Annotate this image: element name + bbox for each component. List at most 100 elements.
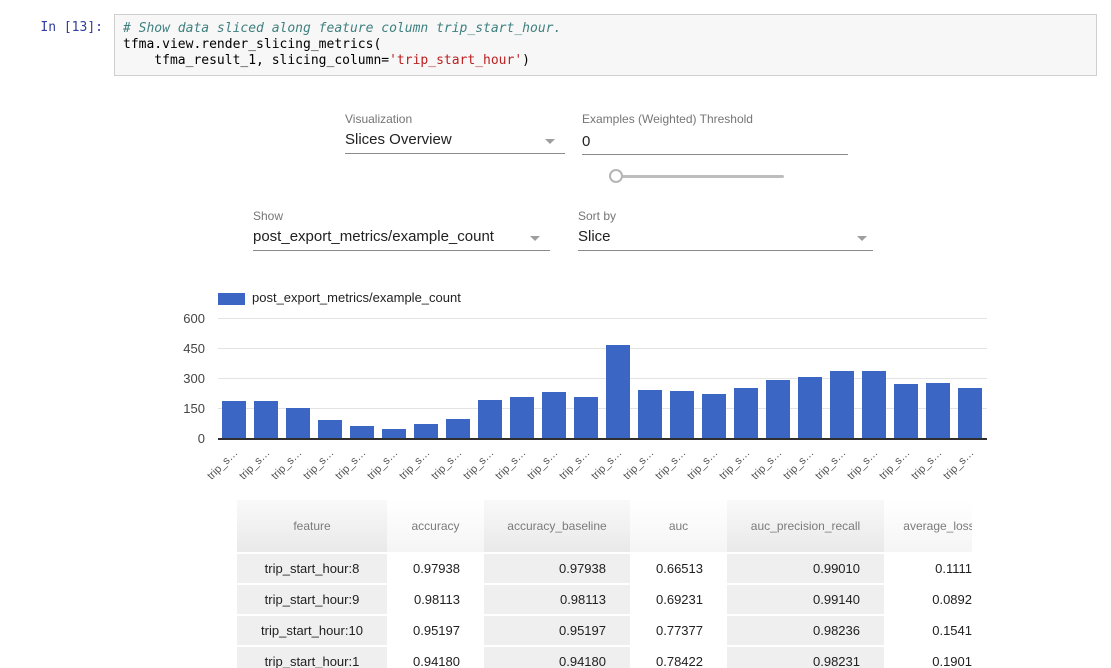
legend-label: post_export_metrics/example_count xyxy=(252,290,461,305)
bar[interactable] xyxy=(606,345,630,438)
bar[interactable] xyxy=(542,392,566,438)
threshold-input[interactable] xyxy=(582,131,848,155)
x-tick-label: trip_s… xyxy=(525,447,560,482)
metric-cell: 0.95197 xyxy=(484,616,630,647)
metric-cell: 0.98231 xyxy=(727,647,884,668)
visualization-select[interactable]: Slices Overview xyxy=(345,130,565,154)
bar[interactable] xyxy=(382,429,406,438)
x-tick-label: trip_s… xyxy=(749,447,784,482)
table-row: trip_start_hour:90.981130.981130.692310.… xyxy=(237,585,972,616)
bar[interactable] xyxy=(734,388,758,438)
bar[interactable] xyxy=(894,384,918,438)
metric-cell: 0.98236 xyxy=(727,616,884,647)
code-line-3-pre: tfma_result_1, slicing_column= xyxy=(123,53,389,68)
metric-cell: 0.94180 xyxy=(484,647,630,668)
metric-cell: 0.99140 xyxy=(727,585,884,616)
column-header-auc[interactable]: auc xyxy=(630,500,727,554)
bar[interactable] xyxy=(318,420,342,438)
metric-cell: 0.98113 xyxy=(484,585,630,616)
code-line-3: tfma_result_1, slicing_column='trip_star… xyxy=(123,53,1088,69)
gridline xyxy=(218,348,987,349)
bar[interactable] xyxy=(958,388,982,438)
bar[interactable] xyxy=(766,380,790,438)
bar[interactable] xyxy=(830,371,854,438)
x-tick-label: trip_s… xyxy=(685,447,720,482)
metric-cell: 0.66513 xyxy=(630,554,727,585)
chevron-down-icon xyxy=(530,236,540,241)
legend-swatch xyxy=(218,293,245,305)
sort-by-value: Slice xyxy=(578,228,611,245)
sort-by-select[interactable]: Slice xyxy=(578,227,873,251)
bar[interactable] xyxy=(926,383,950,438)
y-tick-label: 600 xyxy=(175,311,205,326)
metric-cell: 0.94180 xyxy=(387,647,484,668)
column-header-auc_precision_recall[interactable]: auc_precision_recall xyxy=(727,500,884,554)
bar[interactable] xyxy=(286,408,310,438)
code-editor[interactable]: # Show data sliced along feature column … xyxy=(114,14,1097,76)
x-tick-label: trip_s… xyxy=(717,447,752,482)
x-tick-label: trip_s… xyxy=(589,447,624,482)
bar[interactable] xyxy=(350,426,374,438)
code-line-3-close: ) xyxy=(522,53,530,68)
bar[interactable] xyxy=(670,391,694,438)
y-axis-labels: 6004503001500 xyxy=(175,290,205,450)
x-tick-label: trip_s… xyxy=(493,447,528,482)
bar[interactable] xyxy=(446,419,470,438)
bar[interactable] xyxy=(254,401,278,438)
feature-cell: trip_start_hour:8 xyxy=(237,554,387,585)
column-header-accuracy_baseline[interactable]: accuracy_baseline xyxy=(484,500,630,554)
x-tick-label: trip_s… xyxy=(237,447,272,482)
y-tick-label: 0 xyxy=(175,431,205,446)
metric-cell: 0.1541 xyxy=(884,616,972,647)
show-metric-value: post_export_metrics/example_count xyxy=(253,228,494,245)
notebook-page: In [13]: # Show data sliced along featur… xyxy=(0,0,1111,668)
table-row: trip_start_hour:100.951970.951970.773770… xyxy=(237,616,972,647)
column-header-accuracy[interactable]: accuracy xyxy=(387,500,484,554)
show-label: Show xyxy=(253,209,283,223)
slices-bar-chart: post_export_metrics/example_count 600 450… xyxy=(175,290,1005,490)
code-comment-line: # Show data sliced along feature column … xyxy=(123,21,1088,37)
table-row: trip_start_hour:80.979380.979380.665130.… xyxy=(237,554,972,585)
feature-cell: trip_start_hour:10 xyxy=(237,616,387,647)
show-metric-select[interactable]: post_export_metrics/example_count xyxy=(253,227,550,251)
slider-track[interactable] xyxy=(622,175,784,178)
chevron-down-icon xyxy=(857,236,867,241)
x-tick-label: trip_s… xyxy=(845,447,880,482)
x-tick-label: trip_s… xyxy=(429,447,464,482)
bar[interactable] xyxy=(510,397,534,438)
table-row: trip_start_hour:10.941800.941800.784220.… xyxy=(237,647,972,668)
x-tick-label: trip_s… xyxy=(909,447,944,482)
plot-area xyxy=(218,318,987,440)
visualization-label: Visualization xyxy=(345,112,412,126)
code-string-literal: 'trip_start_hour' xyxy=(389,53,522,68)
bar[interactable] xyxy=(414,424,438,438)
metric-cell: 0.99010 xyxy=(727,554,884,585)
metric-cell: 0.0892 xyxy=(884,585,972,616)
metric-cell: 0.78422 xyxy=(630,647,727,668)
bar[interactable] xyxy=(702,394,726,438)
metrics-table: featureaccuracyaccuracy_baselineaucauc_p… xyxy=(237,500,972,668)
x-tick-label: trip_s… xyxy=(301,447,336,482)
x-tick-label: trip_s… xyxy=(653,447,688,482)
slider-handle[interactable] xyxy=(609,169,623,183)
bar[interactable] xyxy=(798,377,822,438)
metric-cell: 0.97938 xyxy=(387,554,484,585)
bar[interactable] xyxy=(638,390,662,438)
feature-cell: trip_start_hour:9 xyxy=(237,585,387,616)
metric-cell: 0.77377 xyxy=(630,616,727,647)
x-tick-label: trip_s… xyxy=(397,447,432,482)
cell-prompt: In [13]: xyxy=(0,20,103,35)
bar[interactable] xyxy=(862,371,886,438)
threshold-slider[interactable] xyxy=(609,169,785,185)
column-header-average_loss[interactable]: average_loss xyxy=(884,500,972,554)
x-tick-label: trip_s… xyxy=(269,447,304,482)
bar[interactable] xyxy=(478,400,502,438)
bar[interactable] xyxy=(574,397,598,438)
y-tick-label: 450 xyxy=(175,341,205,356)
y-tick-label: 150 xyxy=(175,401,205,416)
column-header-feature[interactable]: feature xyxy=(237,500,387,554)
metric-cell: 0.97938 xyxy=(484,554,630,585)
metric-cell: 0.1901 xyxy=(884,647,972,668)
bar[interactable] xyxy=(222,401,246,438)
threshold-label: Examples (Weighted) Threshold xyxy=(582,112,753,126)
